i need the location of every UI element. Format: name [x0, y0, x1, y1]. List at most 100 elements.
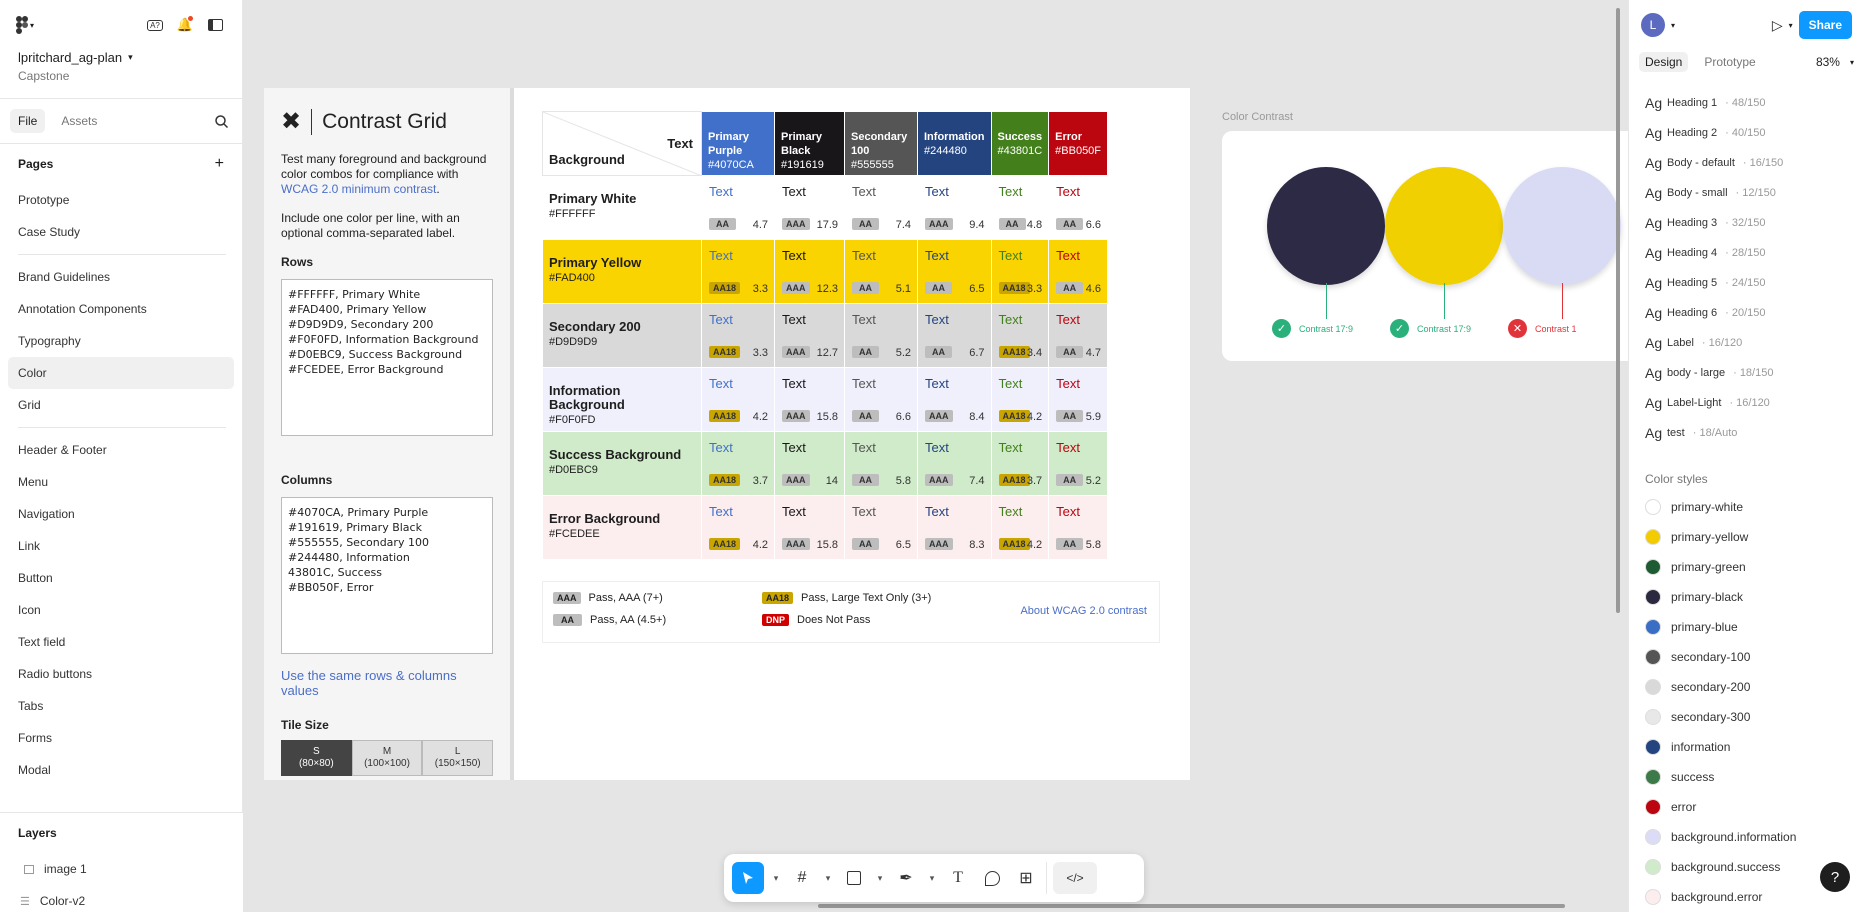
- text-tool-button[interactable]: T: [944, 862, 972, 894]
- text-style-icon: Ag: [1645, 335, 1663, 351]
- same-values-link[interactable]: Use the same rows & columns values: [264, 668, 510, 698]
- horizontal-scrollbar[interactable]: [818, 904, 1565, 908]
- page-item[interactable]: Icon: [0, 594, 242, 626]
- layer-item[interactable]: ☰ Color-v2: [0, 885, 243, 912]
- tile-size-l[interactable]: L (150×150): [422, 740, 494, 776]
- chevron-down-icon[interactable]: ▾: [770, 862, 782, 894]
- contrast-swatch[interactable]: [1267, 167, 1385, 285]
- page-item[interactable]: Navigation: [0, 498, 242, 530]
- tile-size-m[interactable]: M (100×100): [351, 740, 423, 776]
- comment-tool-button[interactable]: [978, 862, 1006, 894]
- color-style-item[interactable]: background.information: [1629, 822, 1864, 852]
- text-style-item[interactable]: Ag body - large · 18/150: [1629, 358, 1864, 388]
- tab-file[interactable]: File: [10, 109, 46, 133]
- main-menu-button[interactable]: ▾: [16, 14, 42, 36]
- text-style-item[interactable]: Ag Heading 1 · 48/150: [1629, 88, 1864, 118]
- shape-tool-button[interactable]: [840, 862, 868, 894]
- contrast-swatch[interactable]: [1503, 167, 1621, 285]
- chevron-down-icon[interactable]: ▾: [1789, 21, 1793, 30]
- page-item[interactable]: Radio buttons: [0, 658, 242, 690]
- contrast-grid-logo-icon: ✖: [281, 108, 302, 135]
- page-item[interactable]: Button: [0, 562, 242, 594]
- text-style-item[interactable]: Ag Heading 3 · 32/150: [1629, 208, 1864, 238]
- color-style-item[interactable]: success: [1629, 762, 1864, 792]
- page-item[interactable]: Link: [0, 530, 242, 562]
- tab-prototype[interactable]: Prototype: [1698, 52, 1761, 72]
- chevron-down-icon[interactable]: ▾: [874, 862, 886, 894]
- color-style-item[interactable]: error: [1629, 792, 1864, 822]
- tile-size-s[interactable]: S (80×80): [281, 740, 352, 776]
- canvas[interactable]: ✖ Contrast Grid Test many foreground and…: [244, 0, 1628, 912]
- corner-text-label: Text: [667, 136, 693, 151]
- share-button[interactable]: Share: [1798, 11, 1852, 39]
- page-item[interactable]: Typography: [0, 325, 242, 357]
- page-item[interactable]: Color: [8, 357, 234, 389]
- tab-assets[interactable]: Assets: [53, 109, 105, 133]
- wcag-link[interactable]: WCAG 2.0 minimum contrast: [281, 182, 436, 196]
- page-item[interactable]: Modal: [0, 754, 242, 786]
- pages-header: Pages +: [0, 144, 242, 184]
- text-style-item[interactable]: Ag Heading 5 · 24/150: [1629, 268, 1864, 298]
- ai-icon[interactable]: A?: [144, 14, 166, 36]
- page-item[interactable]: Brand Guidelines: [0, 261, 242, 293]
- page-item[interactable]: Prototype: [0, 184, 242, 216]
- chevron-down-icon[interactable]: ▾: [926, 862, 938, 894]
- project-name[interactable]: lpritchard_ag-plan ▾: [18, 50, 224, 65]
- page-item[interactable]: Grid: [0, 389, 242, 421]
- text-style-item[interactable]: Ag test · 18/Auto: [1629, 418, 1864, 448]
- frame-tool-button[interactable]: #: [788, 862, 816, 894]
- text-style-item[interactable]: Ag Body - small · 12/150: [1629, 178, 1864, 208]
- contrast-swatch[interactable]: [1385, 167, 1503, 285]
- color-style-item[interactable]: primary-yellow: [1629, 522, 1864, 552]
- left-toolbar: ▾ A? 🔔: [0, 0, 242, 50]
- color-style-item[interactable]: secondary-200: [1629, 672, 1864, 702]
- color-style-item[interactable]: primary-green: [1629, 552, 1864, 582]
- layer-item[interactable]: image 1: [0, 853, 243, 885]
- text-style-item[interactable]: Ag Body - default · 16/150: [1629, 148, 1864, 178]
- wcag-about-link[interactable]: About WCAG 2.0 contrast: [1020, 605, 1147, 617]
- color-style-item[interactable]: secondary-100: [1629, 642, 1864, 672]
- chevron-down-icon[interactable]: ▾: [1671, 21, 1675, 30]
- text-styles-list: Ag Heading 1 · 48/150 Ag Heading 2 · 40/150 Ag…: [1629, 88, 1864, 448]
- page-item[interactable]: Forms: [0, 722, 242, 754]
- pen-tool-button[interactable]: ✒: [892, 862, 920, 894]
- sidebar-toggle-icon[interactable]: [204, 14, 226, 36]
- zoom-level[interactable]: 83%: [1816, 55, 1840, 69]
- color-style-item[interactable]: secondary-300: [1629, 702, 1864, 732]
- page-item[interactable]: Annotation Components: [0, 293, 242, 325]
- color-contrast-frame-label[interactable]: Color Contrast: [1222, 111, 1293, 123]
- text-style-item[interactable]: Ag Label-Light · 16/120: [1629, 388, 1864, 418]
- page-item[interactable]: Text field: [0, 626, 242, 658]
- chevron-down-icon[interactable]: ▾: [822, 862, 834, 894]
- color-style-item[interactable]: primary-white: [1629, 492, 1864, 522]
- vertical-scrollbar[interactable]: [1616, 8, 1620, 613]
- search-icon[interactable]: [210, 110, 232, 132]
- avatar[interactable]: L: [1641, 13, 1665, 37]
- rows-textarea[interactable]: #FFFFFF, Primary White #FAD400, Primary …: [281, 279, 493, 436]
- add-page-icon[interactable]: +: [215, 155, 224, 173]
- text-style-item[interactable]: Ag Heading 4 · 28/150: [1629, 238, 1864, 268]
- move-tool-button[interactable]: [732, 862, 764, 894]
- chevron-down-icon: ▾: [30, 20, 35, 30]
- page-item[interactable]: Case Study: [0, 216, 242, 248]
- text-style-item[interactable]: Ag Heading 6 · 20/150: [1629, 298, 1864, 328]
- page-item[interactable]: Tabs: [0, 690, 242, 722]
- row-header: Primary Yellow #FAD400: [542, 239, 702, 304]
- wcag-badge: AA18: [709, 346, 741, 358]
- text-style-item[interactable]: Ag Label · 16/120: [1629, 328, 1864, 358]
- tab-design[interactable]: Design: [1639, 52, 1689, 72]
- color-style-item[interactable]: primary-blue: [1629, 612, 1864, 642]
- page-item[interactable]: Menu: [0, 466, 242, 498]
- help-button[interactable]: ?: [1820, 862, 1850, 892]
- columns-textarea[interactable]: #4070CA, Primary Purple #191619, Primary…: [281, 497, 493, 654]
- dev-mode-toggle[interactable]: </>: [1053, 862, 1097, 894]
- notification-bell-icon[interactable]: 🔔: [174, 14, 196, 36]
- text-style-item[interactable]: Ag Heading 2 · 40/150: [1629, 118, 1864, 148]
- chevron-down-icon[interactable]: ▾: [1850, 58, 1854, 67]
- color-style-item[interactable]: information: [1629, 732, 1864, 762]
- page-item[interactable]: Header & Footer: [0, 434, 242, 466]
- color-style-item[interactable]: primary-black: [1629, 582, 1864, 612]
- play-icon[interactable]: ▷: [1772, 17, 1783, 34]
- actions-button[interactable]: ⊞: [1012, 862, 1040, 894]
- sample-text: Text: [782, 440, 806, 455]
